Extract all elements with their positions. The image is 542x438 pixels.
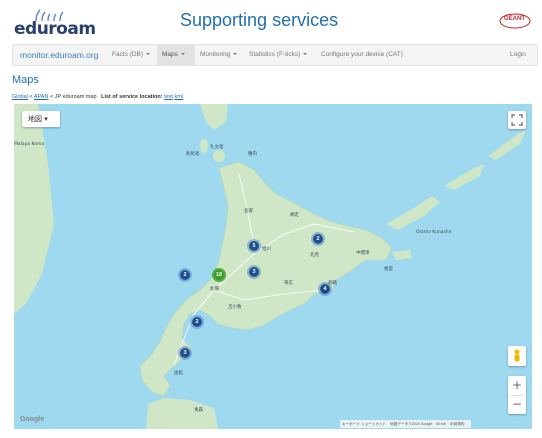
nav-facts-dropdown[interactable]: Facts (DB) (107, 45, 155, 65)
eduroam-logo[interactable]: eduroam (14, 8, 96, 39)
geant-logo[interactable]: GÉANT (498, 11, 532, 31)
caret-down-icon (233, 53, 238, 56)
breadcrumb-global-link[interactable]: Global (12, 94, 28, 100)
nav-monitoring-dropdown[interactable]: Monitoring (195, 45, 242, 65)
navbar: monitor.eduroam.org Facts (DB) Maps Moni… (12, 44, 538, 66)
caret-down-icon (146, 53, 151, 56)
place-label: 函館 (174, 371, 183, 376)
map-attribution: キーボード ショートカット 地図データ ©2024 Google 50 km 利用規約 (340, 420, 471, 428)
zoom-out-button[interactable]: − (508, 395, 526, 413)
page-title: Supporting services (180, 10, 339, 30)
map-canvas[interactable]: 地図 ▾ 礼文島 利尻島 稚内 名寄 旭川 網走 北見 中標津 根室 釧路 帯広… (14, 104, 532, 429)
pegman-icon (514, 349, 520, 362)
geant-logo-text: GÉANT (504, 16, 525, 22)
nav-maps-label: Maps (162, 51, 178, 58)
map-cluster-marker[interactable]: 2 (311, 232, 325, 246)
text-list-link[interactable]: text (164, 94, 173, 100)
nav-monitoring-label: Monitoring (200, 51, 231, 58)
map-cluster-marker[interactable]: 18 (212, 268, 226, 282)
nav-brand-link[interactable]: monitor.eduroam.org (15, 45, 103, 65)
place-label: 根室 (384, 267, 393, 272)
google-logo: Google (20, 416, 45, 423)
fullscreen-icon (511, 114, 523, 126)
nav-statistics-dropdown[interactable]: Statistics (F-ticks) (244, 45, 312, 65)
map-cluster-marker[interactable]: 3 (178, 346, 192, 360)
map-cluster-marker[interactable]: 2 (190, 315, 204, 329)
map-type-button[interactable]: 地図 ▾ (22, 111, 60, 127)
caret-down-icon (303, 53, 308, 56)
nav-cat-link[interactable]: Configure your device (CAT) (316, 45, 408, 65)
nav-statistics-label: Statistics (F-ticks) (249, 51, 301, 58)
maps-heading: Maps (12, 74, 39, 86)
map-type-label: 地図 (28, 115, 42, 123)
place-label: 青森 (194, 408, 203, 413)
place-label: 礼文島 (210, 145, 224, 150)
terms-link[interactable]: 利用規約 (450, 422, 464, 426)
breadcrumb: Global < APAN < JP eduroam map List of s… (12, 94, 183, 100)
service-list-label: List of service location: (101, 94, 163, 100)
place-label: 旭川 (262, 247, 271, 252)
place-label: 札幌 (210, 287, 219, 292)
place-label: 網走 (290, 213, 299, 218)
place-label: 名寄 (244, 209, 253, 214)
map-cluster-marker[interactable]: 2 (178, 268, 192, 282)
logo-text: eduroam (14, 19, 96, 39)
place-label: 中標津 (356, 251, 370, 256)
place-label: Malaya Kema (14, 142, 45, 147)
zoom-control: + − (508, 376, 526, 414)
site-header: eduroam Supporting services GÉANT (0, 0, 542, 40)
map-cluster-marker[interactable]: 3 (247, 265, 261, 279)
login-link[interactable]: Login (505, 45, 531, 65)
keyboard-shortcuts-link[interactable]: キーボード ショートカット (342, 422, 386, 426)
fullscreen-button[interactable] (508, 111, 526, 129)
zoom-in-button[interactable]: + (508, 376, 526, 394)
place-label: 帯広 (284, 281, 293, 286)
nav-maps-dropdown[interactable]: Maps (157, 45, 195, 65)
place-label: 苫小牧 (228, 305, 242, 310)
place-label: 北見 (310, 253, 319, 258)
breadcrumb-current: < JP eduroam map (48, 94, 97, 100)
street-view-button[interactable] (508, 346, 526, 366)
map-data-attribution: 地図データ ©2024 Google (390, 422, 433, 426)
place-label: 稚内 (248, 152, 257, 157)
place-label: 利尻島 (186, 152, 200, 157)
map-cluster-marker[interactable]: 4 (318, 282, 332, 296)
place-label: Ostrov Kunashir (416, 230, 452, 235)
map-cluster-marker[interactable]: 5 (247, 239, 261, 253)
nav-facts-label: Facts (DB) (112, 51, 144, 58)
map-land-shapes (14, 104, 526, 429)
breadcrumb-apan-link[interactable]: APAN (34, 94, 49, 100)
caret-down-icon (180, 53, 185, 56)
kml-list-link[interactable]: kml (174, 94, 183, 100)
scale-bar-label: 50 km (436, 422, 447, 426)
